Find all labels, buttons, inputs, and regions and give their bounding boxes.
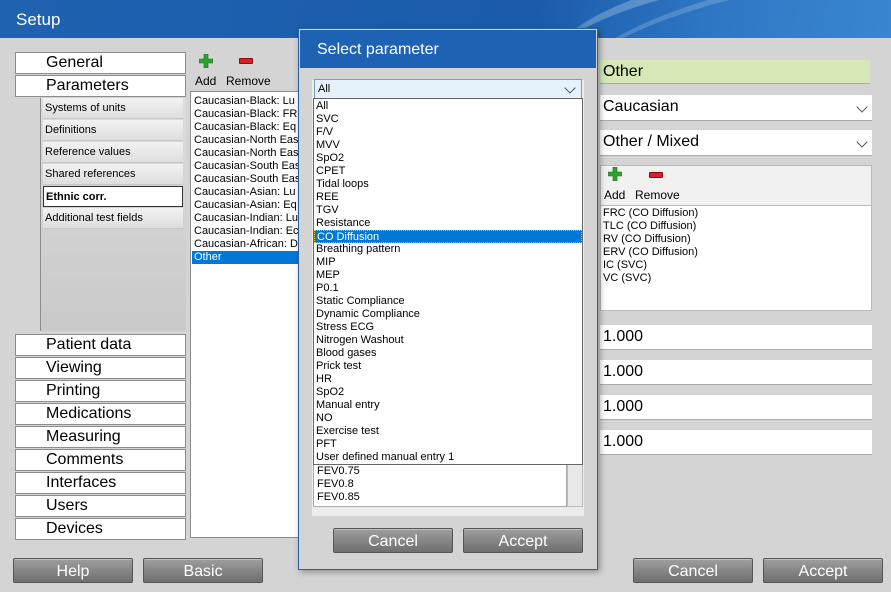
nav-tab-users[interactable]: Users (15, 495, 186, 517)
dropdown-option[interactable]: NO (314, 412, 582, 425)
dropdown-option[interactable]: P0.1 (314, 282, 582, 295)
remove-test-label[interactable]: Remove (635, 188, 680, 202)
sub-item-ethnic-corr[interactable]: Ethnic corr. (43, 186, 183, 207)
list-item[interactable]: TLC (CO Diffusion) (603, 220, 863, 233)
nav-tab-viewing[interactable]: Viewing (15, 357, 186, 379)
dropdown-option[interactable]: Blood gases (314, 347, 582, 360)
remove-icon[interactable] (649, 172, 663, 178)
factor-field-1[interactable]: 1.000 (600, 325, 872, 350)
list-item[interactable]: Caucasian-Black: Eq (192, 121, 300, 134)
factor-field-3[interactable]: 1.000 (600, 395, 872, 420)
dropdown-option-selected[interactable]: CO Diffusion (314, 230, 582, 243)
list-item[interactable]: Caucasian-North Eas (192, 134, 300, 147)
target-group-select[interactable]: Other / Mixed (600, 130, 872, 156)
dropdown-option[interactable]: SVC (314, 113, 582, 126)
list-item[interactable]: Caucasian-Black: FR (192, 108, 300, 121)
chevron-down-icon (856, 136, 868, 148)
dropdown-option[interactable]: Tidal loops (314, 178, 582, 191)
list-item[interactable]: FEV0.85 (317, 491, 517, 504)
dialog-cancel-button[interactable]: Cancel (333, 528, 453, 553)
dropdown-option[interactable]: MVV (314, 139, 582, 152)
list-item[interactable]: Caucasian-Indian: Lu (192, 212, 300, 225)
dropdown-option[interactable]: Exercise test (314, 425, 582, 438)
basic-button[interactable]: Basic (143, 558, 263, 583)
parameter-filter-select[interactable]: All (314, 79, 582, 99)
list-item[interactable]: Caucasian-Black: Lu (192, 95, 300, 108)
list-item[interactable]: Caucasian-Asian: Lu (192, 186, 300, 199)
reference-group-select[interactable]: Caucasian (600, 95, 872, 121)
window-title: Setup (16, 10, 61, 29)
add-test-label[interactable]: Add (604, 188, 625, 202)
remove-icon[interactable] (239, 58, 253, 64)
list-item[interactable]: FEV0.75 (317, 465, 517, 478)
chevron-down-icon (564, 82, 576, 94)
list-item[interactable]: Caucasian-South Eas (192, 160, 300, 173)
dialog-accept-button[interactable]: Accept (463, 528, 583, 553)
dropdown-option[interactable]: CPET (314, 165, 582, 178)
dropdown-option[interactable]: Nitrogen Washout (314, 334, 582, 347)
list-item[interactable]: Caucasian-Asian: Eq (192, 199, 300, 212)
nav-tab-medications[interactable]: Medications (15, 403, 186, 425)
dropdown-option[interactable]: Breathing pattern (314, 243, 582, 256)
dropdown-option[interactable]: SpO2 (314, 386, 582, 399)
nav-tab-parameters[interactable]: Parameters (15, 75, 186, 97)
factor-field-2[interactable]: 1.000 (600, 360, 872, 385)
reference-group-value: Caucasian (603, 98, 679, 115)
dropdown-option[interactable]: REE (314, 191, 582, 204)
chevron-down-icon (856, 101, 868, 113)
dropdown-option[interactable]: SpO2 (314, 152, 582, 165)
list-item-selected[interactable]: Other (192, 251, 300, 264)
list-item[interactable]: ERV (CO Diffusion) (603, 246, 863, 259)
dropdown-option[interactable]: TGV (314, 204, 582, 217)
dropdown-option[interactable]: MEP (314, 269, 582, 282)
help-button[interactable]: Help (13, 558, 133, 583)
cancel-button[interactable]: Cancel (633, 558, 753, 583)
filter-value: All (318, 83, 331, 95)
list-item[interactable]: FRC (CO Diffusion) (603, 207, 863, 220)
nav-tab-measuring[interactable]: Measuring (15, 426, 186, 448)
target-group-value: Other / Mixed (603, 133, 700, 150)
dropdown-option[interactable]: PFT (314, 438, 582, 451)
factor-field-4[interactable]: 1.000 (600, 430, 872, 455)
add-icon[interactable] (199, 54, 213, 68)
dropdown-option[interactable]: Dynamic Compliance (314, 308, 582, 321)
sub-item-additional-test-fields[interactable]: Additional test fields (43, 208, 183, 229)
nav-tab-comments[interactable]: Comments (15, 449, 186, 471)
dropdown-option[interactable]: F/V (314, 126, 582, 139)
dropdown-option[interactable]: Static Compliance (314, 295, 582, 308)
accept-button[interactable]: Accept (763, 558, 883, 583)
dropdown-option[interactable]: All (314, 100, 582, 113)
nav-tab-interfaces[interactable]: Interfaces (15, 472, 186, 494)
list-item[interactable]: Caucasian-African: D (192, 238, 300, 251)
dropdown-option[interactable]: Resistance (314, 217, 582, 230)
list-item[interactable]: Caucasian-Indian: Ec (192, 225, 300, 238)
sub-item-definitions[interactable]: Definitions (43, 120, 183, 141)
parameter-list-scrollbar[interactable] (567, 465, 583, 507)
list-item[interactable]: VC (SVC) (603, 272, 863, 285)
remove-label[interactable]: Remove (226, 74, 271, 88)
dropdown-option[interactable]: HR (314, 373, 582, 386)
list-item[interactable]: IC (SVC) (603, 259, 863, 272)
sub-item-reference-values[interactable]: Reference values (43, 142, 183, 163)
list-item[interactable]: Caucasian-South Eas (192, 173, 300, 186)
list-item[interactable]: FEV0.8 (317, 478, 517, 491)
nav-tab-printing[interactable]: Printing (15, 380, 186, 402)
list-item[interactable]: RV (CO Diffusion) (603, 233, 863, 246)
nav-tab-patient-data[interactable]: Patient data (15, 334, 186, 356)
sub-item-shared-references[interactable]: Shared references (43, 164, 183, 185)
dropdown-option[interactable]: User defined manual entry 1 (314, 451, 582, 464)
dropdown-option[interactable]: Stress ECG (314, 321, 582, 334)
nav-tab-general[interactable]: General (15, 52, 186, 74)
nav-tab-devices[interactable]: Devices (15, 518, 186, 540)
dropdown-option[interactable]: Prick test (314, 360, 582, 373)
add-icon[interactable] (608, 167, 622, 181)
dialog-title: Select parameter (300, 30, 596, 68)
list-item[interactable]: Caucasian-North Eas (192, 147, 300, 160)
add-label[interactable]: Add (195, 74, 216, 88)
correction-name-field[interactable]: Other (600, 60, 870, 84)
dropdown-option[interactable]: MIP (314, 256, 582, 269)
sub-item-systems-of-units[interactable]: Systems of units (43, 98, 183, 119)
dropdown-option[interactable]: Manual entry (314, 399, 582, 412)
